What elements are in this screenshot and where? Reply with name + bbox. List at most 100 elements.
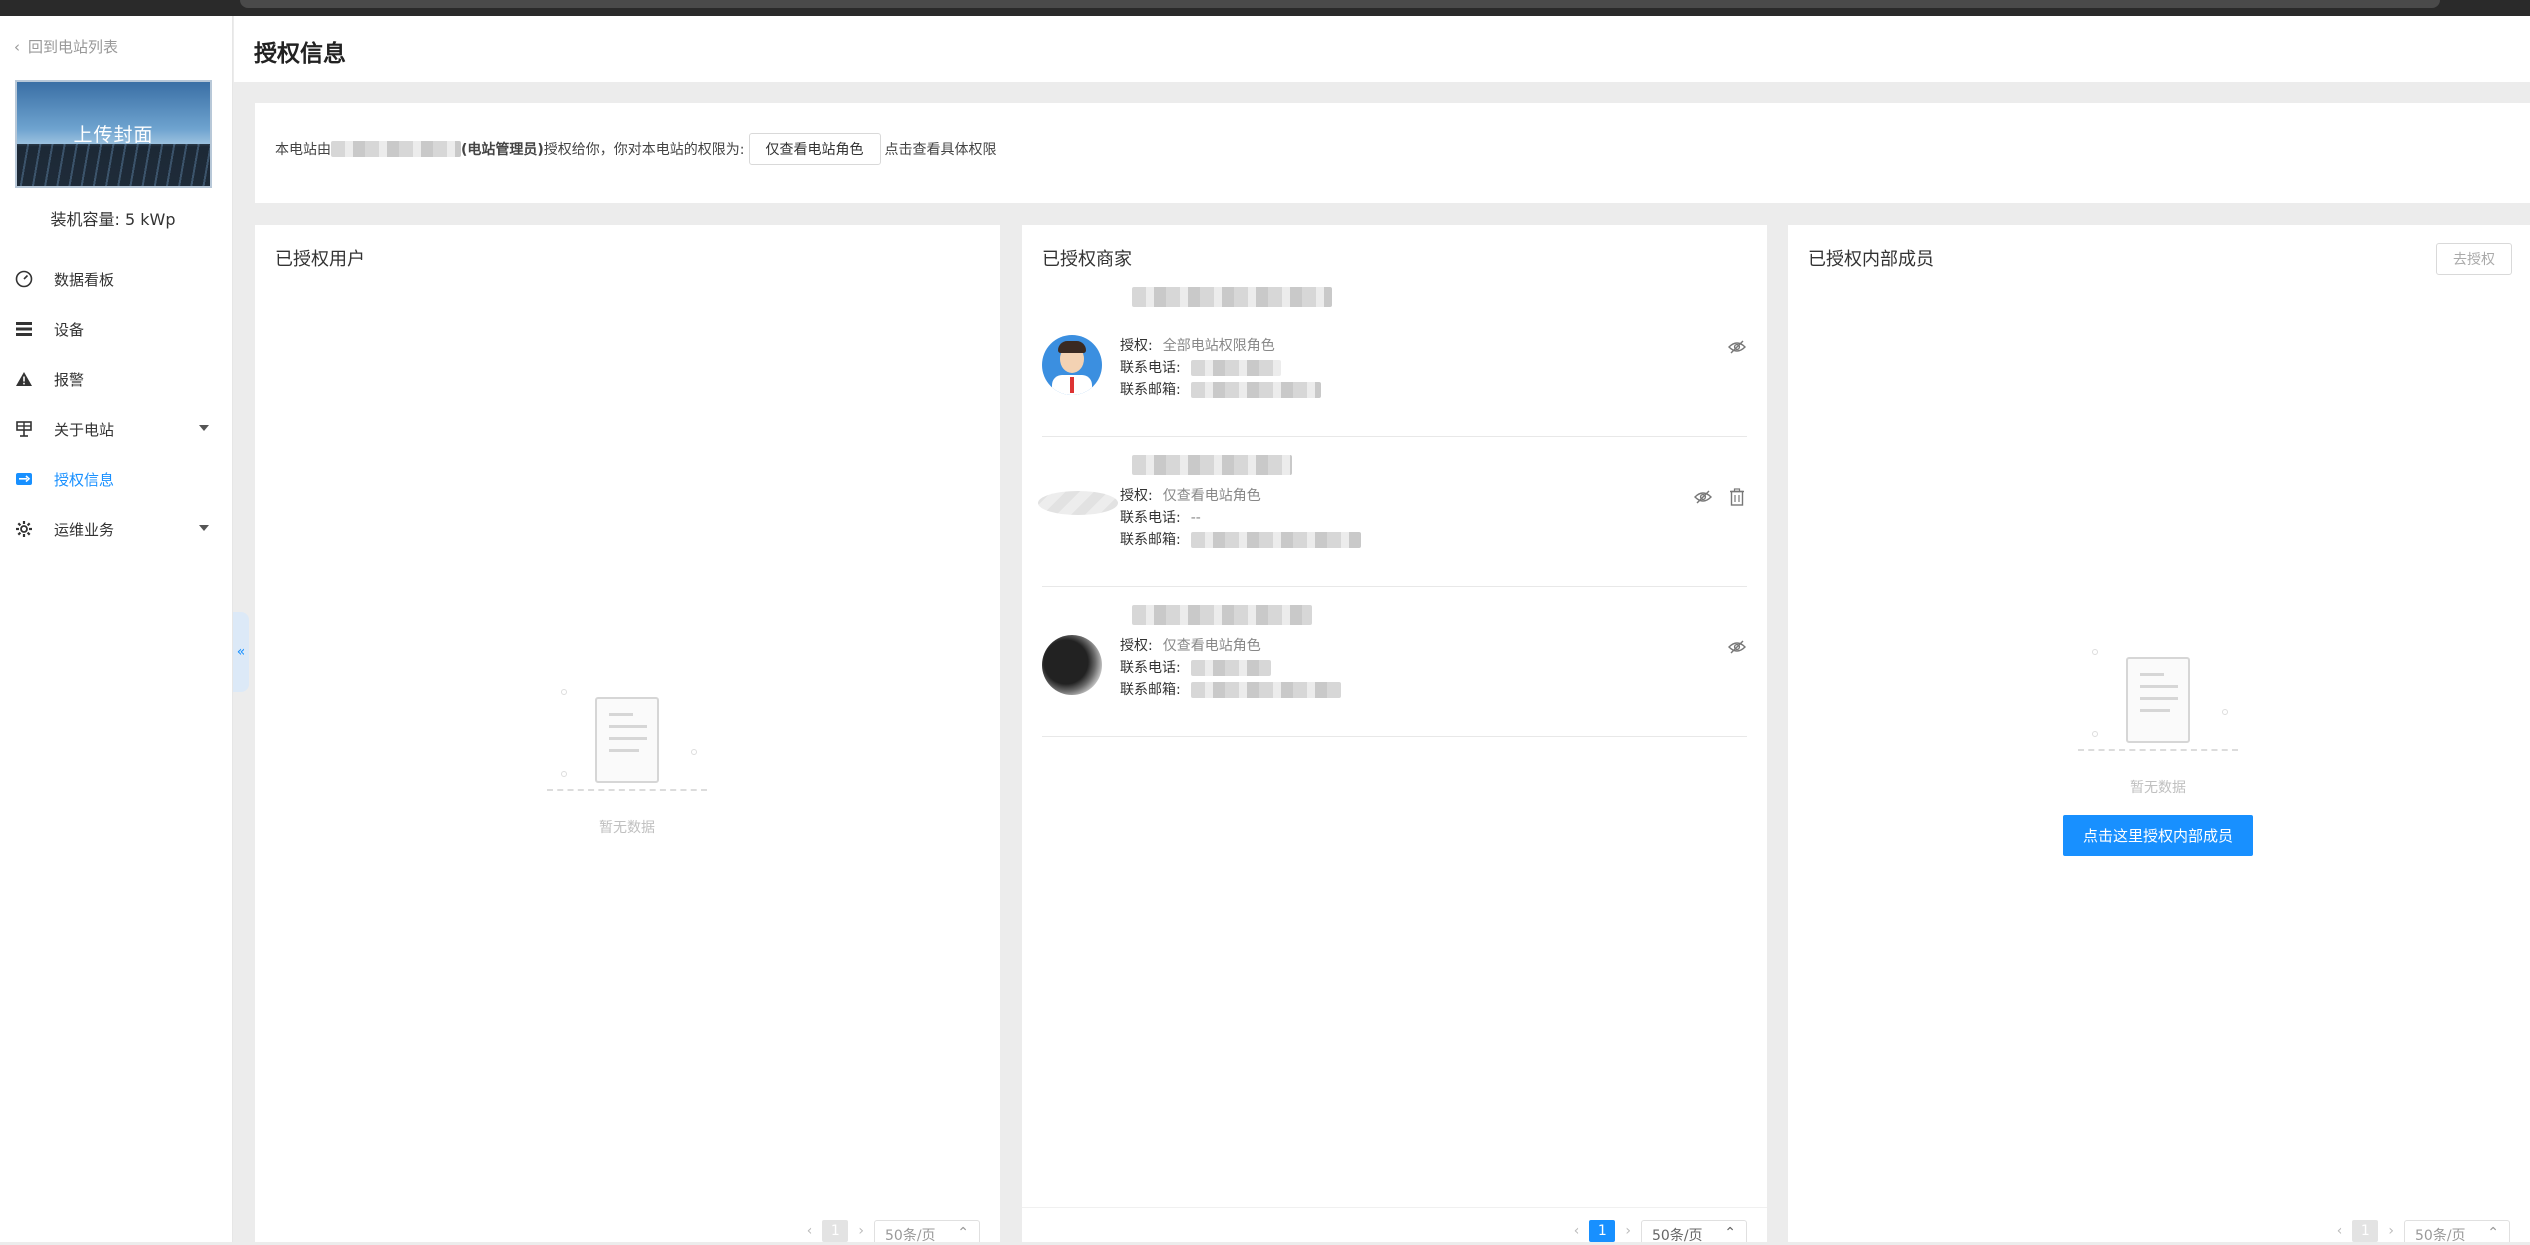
card-footer-divider: [1022, 1207, 1767, 1208]
permission-role-button[interactable]: 仅查看电站角色: [748, 133, 881, 165]
chevron-up-icon: ⌃: [957, 1225, 969, 1241]
empty-state: 暂无数据: [547, 685, 707, 837]
notice-line: 本电站由 (电站管理员) 授权给你，你对本电站的权限为: 仅查看电站角色 点击查…: [275, 133, 997, 165]
merchant-actions: [1693, 487, 1747, 507]
caret-down-icon: [199, 525, 209, 531]
card-title: 已授权商家: [1042, 249, 1132, 270]
empty-document-icon: [547, 685, 707, 805]
page-size-select[interactable]: 50条/页 ⌃: [1641, 1220, 1747, 1244]
email-label: 联系邮箱:: [1120, 682, 1181, 698]
notice-prefix: 本电站由: [275, 142, 331, 158]
page-size-value: 50条/页: [2415, 1228, 2466, 1244]
merchant-item: 授权: 仅查看电站角色 联系电话: 联系邮箱:: [1042, 587, 1747, 737]
view-permissions-link[interactable]: 点击查看具体权限: [885, 139, 997, 159]
internal-members-card: 已授权内部成员 去授权 暂无数据 点击这里授权内部成员 ‹ 1 › 50条/页 ⌃: [1788, 225, 2530, 1244]
card-title: 已授权用户: [275, 249, 365, 270]
redacted-phone: [1190, 660, 1271, 676]
solar-panels-image: [17, 144, 210, 186]
email-label: 联系邮箱:: [1120, 532, 1181, 548]
browser-top-strip: [0, 0, 2530, 16]
pagination: ‹ 1 › 50条/页 ⌃: [2337, 1220, 2510, 1244]
chevron-up-icon: ⌃: [2487, 1225, 2499, 1241]
redacted-email: [1190, 382, 1321, 398]
merchant-details: 授权: 全部电站权限角色 联系电话: 联系邮箱:: [1120, 335, 1321, 401]
sidebar-item-operations[interactable]: 运维业务: [0, 504, 233, 554]
redacted-owner-name: [331, 141, 461, 157]
pagination: ‹ 1 › 50条/页 ⌃: [807, 1220, 980, 1244]
back-to-station-list-link[interactable]: ‹ 回到电站列表: [14, 36, 118, 57]
redacted-email: [1190, 532, 1361, 548]
eye-hidden-icon[interactable]: [1727, 637, 1747, 657]
prev-page-icon[interactable]: ‹: [807, 1223, 813, 1239]
auth-label: 授权:: [1120, 488, 1153, 504]
unauthorize-button[interactable]: 去授权: [2436, 243, 2512, 275]
empty-text: 暂无数据: [2130, 780, 2186, 796]
page-number[interactable]: 1: [822, 1220, 849, 1242]
next-page-icon[interactable]: ›: [858, 1223, 864, 1239]
merchant-item: 授权: 全部电站权限角色 联系电话: 联系邮箱:: [1042, 287, 1747, 437]
page-size-select[interactable]: 50条/页 ⌃: [874, 1220, 980, 1244]
page-number[interactable]: 1: [2352, 1220, 2379, 1242]
installed-capacity: 装机容量: 5 kWp: [50, 210, 176, 229]
sidebar-item-label: 关于电站: [54, 420, 115, 439]
prev-page-icon[interactable]: ‹: [1574, 1223, 1580, 1239]
phone-value: --: [1190, 510, 1201, 526]
chevron-up-icon: ⌃: [1724, 1225, 1736, 1241]
merchant-actions: [1727, 337, 1747, 357]
page-size-value: 50条/页: [885, 1228, 936, 1244]
delete-icon[interactable]: [1727, 487, 1747, 507]
merchant-actions: [1727, 637, 1747, 657]
sidebar-collapse-handle[interactable]: «: [233, 612, 249, 692]
dashboard-icon: [14, 269, 34, 289]
notice-middle: 授权给你，你对本电站的权限为:: [543, 142, 745, 158]
merchant-details: 授权: 仅查看电站角色 联系电话: 联系邮箱:: [1120, 635, 1341, 701]
card-title: 已授权内部成员: [1808, 249, 1934, 270]
merchant-details: 授权: 仅查看电站角色 联系电话: -- 联系邮箱:: [1120, 485, 1361, 551]
auth-value: 全部电站权限角色: [1162, 338, 1275, 354]
sidebar-item-label: 报警: [54, 370, 85, 389]
next-page-icon[interactable]: ›: [2388, 1223, 2394, 1239]
sidebar-item-about-station[interactable]: 关于电站: [0, 404, 233, 454]
authorize-internal-members-button[interactable]: 点击这里授权内部成员: [2062, 815, 2253, 856]
sidebar-item-label: 设备: [54, 320, 85, 339]
authorized-users-card: 已授权用户 暂无数据 ‹ 1 › 50条/页 ⌃: [255, 225, 1000, 1244]
page-size-value: 50条/页: [1652, 1228, 1703, 1244]
page-size-select[interactable]: 50条/页 ⌃: [2404, 1220, 2510, 1244]
page-number[interactable]: 1: [1589, 1220, 1616, 1242]
warning-icon: [14, 369, 34, 389]
browser-tab-strip: [240, 0, 2440, 8]
authorization-notice: 本电站由 (电站管理员) 授权给你，你对本电站的权限为: 仅查看电站角色 点击查…: [255, 103, 2530, 203]
prev-page-icon[interactable]: ‹: [2337, 1223, 2343, 1239]
redacted-merchant-name: [1132, 455, 1292, 475]
page-header: 授权信息: [234, 16, 2530, 82]
sidebar-item-authorization[interactable]: 授权信息: [0, 454, 233, 504]
eye-hidden-icon[interactable]: [1727, 337, 1747, 357]
empty-document-icon: [2078, 645, 2238, 765]
phone-label: 联系电话:: [1120, 660, 1181, 676]
auth-value: 仅查看电站角色: [1162, 638, 1261, 654]
notice-role: (电站管理员): [461, 142, 544, 158]
empty-text: 暂无数据: [599, 820, 655, 836]
back-link-label: 回到电站列表: [28, 38, 119, 56]
sidebar-item-alarms[interactable]: 报警: [0, 354, 233, 404]
next-page-icon[interactable]: ›: [1625, 1223, 1631, 1239]
sidebar-item-label: 数据看板: [54, 270, 115, 289]
caret-down-icon: [199, 425, 209, 431]
sidebar-item-label: 授权信息: [54, 470, 115, 489]
chevron-left-icon: ‹: [14, 37, 20, 56]
station-icon: [14, 419, 34, 439]
sidebar-item-dashboard[interactable]: 数据看板: [0, 254, 233, 304]
avatar: [1042, 635, 1102, 695]
eye-hidden-icon[interactable]: [1693, 487, 1713, 507]
page-title: 授权信息: [254, 41, 346, 67]
auth-value: 仅查看电站角色: [1162, 488, 1261, 504]
auth-label: 授权:: [1120, 638, 1153, 654]
redacted-email: [1190, 682, 1341, 698]
redacted-phone: [1190, 360, 1281, 376]
sidebar: ‹ 回到电站列表 上传封面 装机容量: 5 kWp 数据看板 设备 报警 关于电…: [0, 16, 233, 1242]
authorized-merchants-card: 已授权商家 授权: 全部电站权限角色 联系电话: 联系邮箱: 授权: 仅查看电站角色…: [1022, 225, 1767, 1244]
redacted-merchant-name: [1132, 605, 1312, 625]
avatar: [1042, 335, 1102, 395]
station-cover-upload[interactable]: 上传封面: [15, 80, 212, 188]
sidebar-item-devices[interactable]: 设备: [0, 304, 233, 354]
